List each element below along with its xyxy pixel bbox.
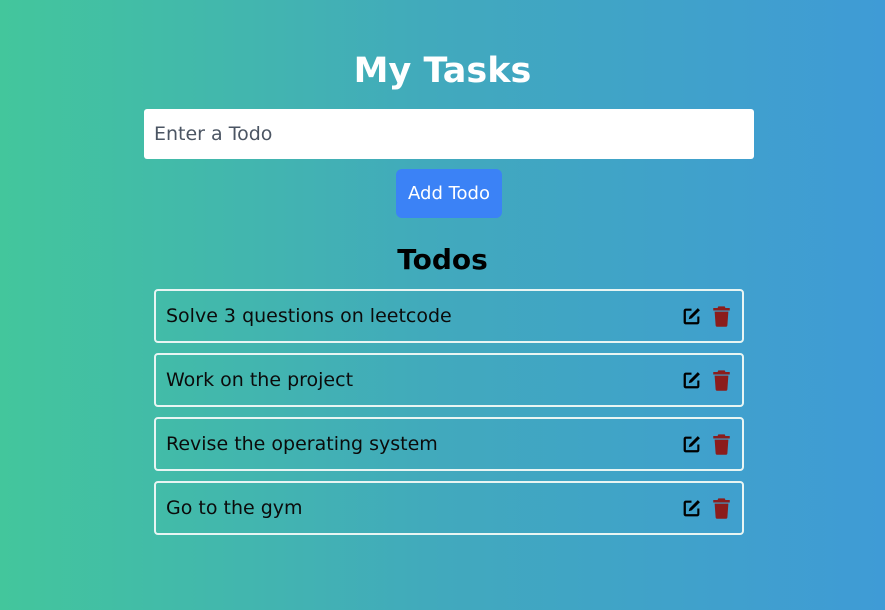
- todo-item: Work on the project: [154, 353, 744, 407]
- edit-icon[interactable]: [680, 305, 702, 327]
- page-title: My Tasks: [353, 51, 532, 91]
- edit-icon[interactable]: [680, 369, 702, 391]
- trash-icon[interactable]: [710, 497, 732, 519]
- todo-actions: [680, 369, 732, 391]
- todo-input[interactable]: [144, 109, 754, 159]
- todo-text: Solve 3 questions on leetcode: [166, 305, 452, 327]
- add-todo-button[interactable]: Add Todo: [396, 169, 502, 218]
- todo-actions: [680, 497, 732, 519]
- todo-item: Go to the gym: [154, 481, 744, 535]
- todo-item: Revise the operating system: [154, 417, 744, 471]
- todo-app: My Tasks Add Todo Todos Solve 3 question…: [0, 0, 885, 610]
- todo-text: Go to the gym: [166, 497, 303, 519]
- todo-actions: [680, 305, 732, 327]
- trash-icon[interactable]: [710, 433, 732, 455]
- todo-list: Solve 3 questions on leetcode Work on th…: [154, 289, 744, 545]
- trash-icon[interactable]: [710, 305, 732, 327]
- todo-item: Solve 3 questions on leetcode: [154, 289, 744, 343]
- todos-heading: Todos: [397, 243, 488, 276]
- todo-actions: [680, 433, 732, 455]
- edit-icon[interactable]: [680, 497, 702, 519]
- trash-icon[interactable]: [710, 369, 732, 391]
- todo-text: Revise the operating system: [166, 433, 438, 455]
- todo-text: Work on the project: [166, 369, 354, 391]
- edit-icon[interactable]: [680, 433, 702, 455]
